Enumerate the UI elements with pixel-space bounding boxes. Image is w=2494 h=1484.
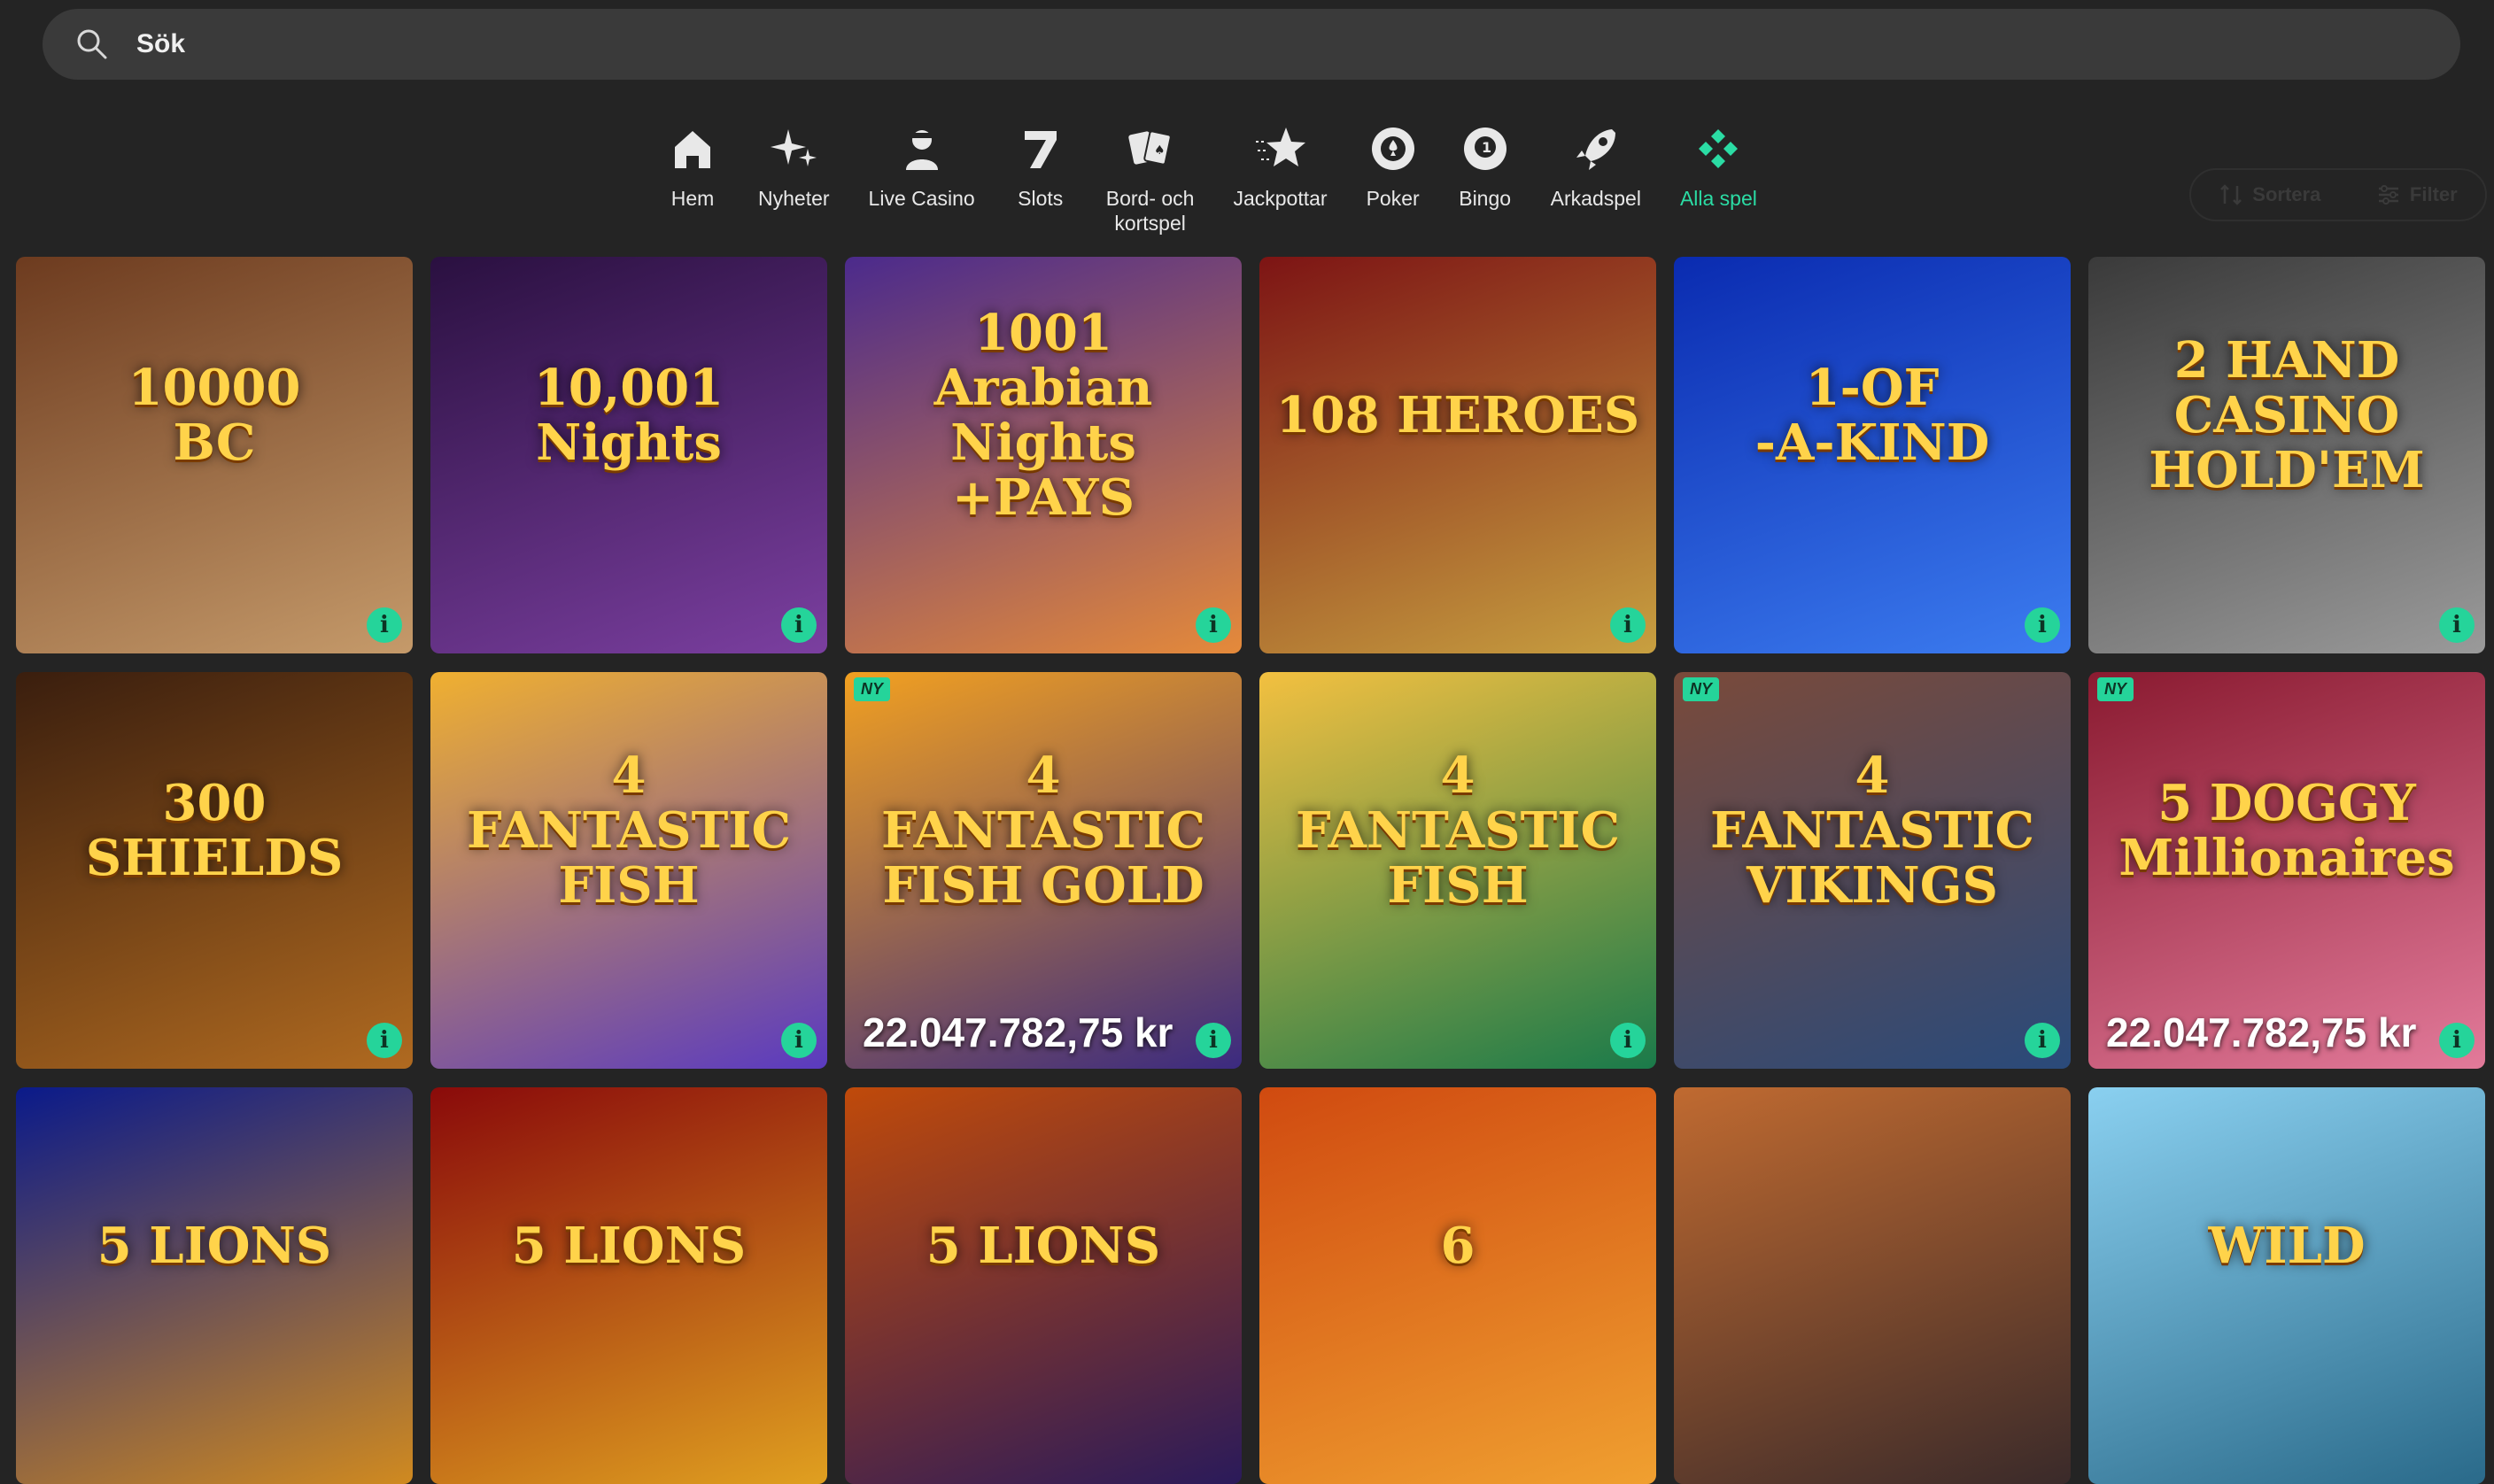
- nav-item-arkadspel[interactable]: Arkadspel: [1531, 122, 1661, 237]
- nav-item-nyheter[interactable]: Nyheter: [739, 122, 849, 237]
- game-tile[interactable]: 5 DOGGY Millionaires NY 22.047.782,75 kr i: [2088, 672, 2485, 1069]
- info-icon[interactable]: i: [781, 1023, 817, 1058]
- info-icon[interactable]: i: [1610, 607, 1646, 643]
- game-tile[interactable]: 4 FANTASTIC FISH GOLD NY 22.047.782,75 kr i: [845, 672, 1242, 1069]
- bingo-ball-icon: 1: [1459, 122, 1512, 175]
- game-tile[interactable]: 4 FANTASTIC FISH i: [430, 672, 827, 1069]
- sort-label: Sortera: [2252, 183, 2321, 205]
- game-title: 4 FANTASTIC VIKINGS: [1709, 746, 2035, 916]
- game-tile[interactable]: 1-OF -A-KIND i: [1674, 257, 2071, 653]
- game-tile[interactable]: 4 FANTASTIC FISH i: [1259, 672, 1656, 1069]
- game-tile[interactable]: 300 SHIELDS i: [16, 672, 413, 1069]
- new-badge: NY: [1683, 677, 1720, 701]
- jackpot-amount: 22.047.782,75 kr: [2106, 1009, 2417, 1055]
- sort-filter-bar[interactable]: Sortera Filter: [2189, 168, 2487, 221]
- info-icon[interactable]: i: [1196, 1023, 1231, 1058]
- filter-icon: [2378, 185, 2398, 205]
- nav-item-label: Arkadspel: [1550, 187, 1641, 210]
- filter-label: Filter: [2409, 183, 2458, 205]
- nav-item-label: Nyheter: [758, 187, 830, 210]
- game-title: 5 LIONS: [97, 1217, 332, 1276]
- nav-item-label: Slots: [1018, 187, 1064, 210]
- sparkles-icon: [767, 122, 820, 175]
- game-title: 2 HAND CASINO HOLD'EM: [2149, 331, 2425, 500]
- nav-item-hem[interactable]: Hem: [647, 122, 739, 237]
- nav-item-label: Jackpottar: [1233, 187, 1328, 210]
- info-icon[interactable]: i: [2439, 1023, 2475, 1058]
- nav-item-alla[interactable]: Alla spel: [1661, 122, 1777, 237]
- game-title: 4 FANTASTIC FISH GOLD: [880, 746, 1206, 916]
- info-icon[interactable]: i: [2025, 1023, 2060, 1058]
- info-icon[interactable]: i: [2025, 607, 2060, 643]
- home-icon: [666, 122, 719, 175]
- nav-item-bord-[interactable]: ♠ Bord- och kortspel: [1087, 122, 1214, 237]
- game-title: 108 HEROES: [1275, 386, 1640, 445]
- nav-item-slots[interactable]: Slots: [995, 122, 1087, 237]
- star-icon: [1254, 122, 1307, 175]
- info-icon[interactable]: i: [1610, 1023, 1646, 1058]
- sort-icon: [2220, 184, 2242, 205]
- game-tile[interactable]: 5 LIONS: [845, 1087, 1242, 1484]
- game-tile[interactable]: 2 HAND CASINO HOLD'EM i: [2088, 257, 2485, 653]
- nav-item-label: Alla spel: [1679, 187, 1757, 210]
- game-title: 5 LIONS: [511, 1217, 747, 1276]
- game-tile[interactable]: 10000 BC i: [16, 257, 413, 653]
- diamonds-icon: [1692, 122, 1745, 175]
- info-icon[interactable]: i: [2439, 607, 2475, 643]
- game-title: WILD: [2208, 1217, 2366, 1276]
- game-tile[interactable]: WILD: [2088, 1087, 2485, 1484]
- new-badge: NY: [2097, 677, 2134, 701]
- nav-item-jackpottar[interactable]: Jackpottar: [1213, 122, 1346, 237]
- game-title: 4 FANTASTIC FISH: [466, 746, 792, 916]
- svg-text:♠: ♠: [1154, 143, 1166, 158]
- game-title: 10000 BC: [128, 359, 301, 473]
- nav-item-label: Live Casino: [868, 187, 975, 210]
- game-title: 10,001 Nights: [533, 359, 724, 473]
- svg-text:1: 1: [1482, 139, 1491, 156]
- nav-item-label: Bord- och kortspel: [1105, 187, 1195, 235]
- poker-chip-icon: [1367, 122, 1420, 175]
- game-tile[interactable]: 5 LIONS: [430, 1087, 827, 1484]
- game-title: 4 FANTASTIC FISH: [1295, 746, 1621, 916]
- info-icon[interactable]: i: [1196, 607, 1231, 643]
- cards-icon: ♠: [1124, 122, 1177, 175]
- game-tile[interactable]: [1674, 1087, 2071, 1484]
- game-title: 5 DOGGY Millionaires: [2118, 774, 2455, 888]
- game-title: 1-OF -A-KIND: [1754, 359, 1990, 473]
- seven-icon: [1014, 122, 1067, 175]
- nav-item-label: Poker: [1366, 187, 1420, 210]
- filter-button[interactable]: Filter: [2376, 182, 2458, 207]
- sort-button[interactable]: Sortera: [2219, 182, 2320, 207]
- category-nav: Hem Nyheter Live Casino Slots ♠ Bord- och kor…: [647, 122, 1777, 237]
- nav-item-poker[interactable]: Poker: [1347, 122, 1439, 237]
- search-icon: [77, 29, 107, 59]
- nav-item-live[interactable]: Live Casino: [849, 122, 995, 237]
- info-icon[interactable]: i: [781, 607, 817, 643]
- info-icon[interactable]: i: [367, 1023, 402, 1058]
- game-tile[interactable]: 108 HEROES i: [1259, 257, 1656, 653]
- nav-item-bingo[interactable]: 1 Bingo: [1439, 122, 1531, 237]
- game-title: 1001 Arabian Nights +PAYS: [933, 304, 1153, 528]
- game-tile[interactable]: 6: [1259, 1087, 1656, 1484]
- nav-item-label: Bingo: [1459, 187, 1512, 210]
- dealer-icon: [895, 122, 949, 175]
- game-tile[interactable]: 10,001 Nights i: [430, 257, 827, 653]
- game-title: 300 SHIELDS: [85, 774, 344, 888]
- search-bar[interactable]: [43, 9, 2460, 80]
- game-tile[interactable]: 4 FANTASTIC VIKINGS NY i: [1674, 672, 2071, 1069]
- nav-item-label: Hem: [670, 187, 715, 210]
- search-input[interactable]: [135, 28, 2264, 60]
- info-icon[interactable]: i: [367, 607, 402, 643]
- new-badge: NY: [854, 677, 891, 701]
- rocket-icon: [1569, 122, 1623, 175]
- game-tile[interactable]: 5 LIONS: [16, 1087, 413, 1484]
- jackpot-amount: 22.047.782,75 kr: [863, 1009, 1173, 1055]
- game-title: 5 LIONS: [926, 1217, 1161, 1276]
- game-title: 6: [1440, 1217, 1475, 1276]
- game-tile[interactable]: 1001 Arabian Nights +PAYS i: [845, 257, 1242, 653]
